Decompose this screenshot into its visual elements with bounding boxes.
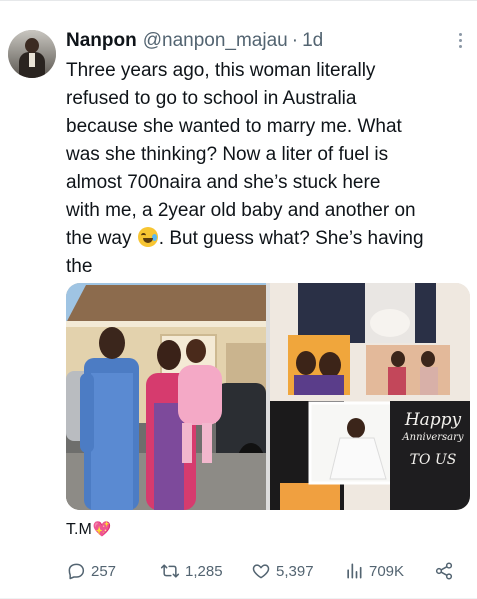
avatar[interactable] bbox=[8, 30, 56, 78]
collage-caption-line3: TO US bbox=[409, 452, 457, 468]
family-photo-image bbox=[66, 283, 266, 510]
timestamp[interactable]: 1d bbox=[302, 30, 323, 52]
retweet-icon bbox=[160, 564, 180, 578]
media-grid: Happy Anniversary TO US bbox=[66, 283, 470, 510]
tweet-text: Three years ago, this woman literally re… bbox=[66, 57, 471, 281]
anniversary-collage[interactable]: Happy Anniversary TO US bbox=[270, 283, 470, 510]
collage-caption: Happy Anniversary TO US bbox=[398, 411, 468, 473]
text-line: was she thinking? Now a liter of fuel is bbox=[66, 144, 389, 165]
view-count: 709K bbox=[369, 562, 405, 580]
reply-button[interactable]: 257 bbox=[66, 557, 116, 585]
family-photo[interactable] bbox=[66, 283, 266, 510]
views-button[interactable]: 709K bbox=[344, 557, 404, 585]
text-fragment: . But guess what? She’s having bbox=[158, 228, 424, 249]
action-bar: 257 1,285 5,397 709K bbox=[66, 557, 470, 585]
reply-icon bbox=[68, 563, 85, 580]
caption: T.M💖 bbox=[66, 520, 111, 539]
retweet-button[interactable]: 1,285 bbox=[160, 557, 223, 585]
rolling-on-floor-laughing-icon bbox=[137, 227, 158, 247]
tweet[interactable]: Nanpon @nanpon_majau · 1d Three years ag… bbox=[0, 0, 477, 599]
text-fragment: the way bbox=[66, 228, 132, 249]
views-chart-icon bbox=[347, 563, 362, 579]
tweet-header: Nanpon @nanpon_majau · 1d bbox=[66, 30, 323, 54]
collage-caption-line2: Anniversary bbox=[402, 432, 464, 443]
caption-text: T.M bbox=[66, 521, 92, 538]
collage-caption-line1: Happy bbox=[404, 410, 462, 430]
share-button[interactable] bbox=[434, 557, 459, 585]
text-line: because she wanted to marry me. What bbox=[66, 116, 402, 137]
heart-icon bbox=[252, 564, 270, 579]
separator-dot: · bbox=[291, 30, 299, 51]
text-line: almost 700naira and she’s stuck here bbox=[66, 172, 381, 193]
share-icon bbox=[435, 562, 453, 580]
text-line: the way . But guess what? She’s having bbox=[66, 225, 471, 253]
like-count: 5,397 bbox=[276, 562, 314, 580]
collage-image bbox=[270, 283, 470, 510]
retweet-count: 1,285 bbox=[185, 562, 223, 580]
author-handle[interactable]: @nanpon_majau bbox=[143, 30, 288, 52]
sparkling-heart-icon: 💖 bbox=[92, 521, 112, 538]
text-line: refused to go to school in Australia bbox=[66, 88, 357, 109]
text-line: the bbox=[66, 256, 93, 277]
reply-count: 257 bbox=[91, 562, 117, 580]
more-options-icon[interactable] bbox=[455, 30, 465, 50]
author-name[interactable]: Nanpon bbox=[66, 30, 137, 52]
text-line: with me, a 2year old baby and another on bbox=[66, 200, 416, 221]
like-button[interactable]: 5,397 bbox=[251, 557, 314, 585]
text-line: Three years ago, this woman literally bbox=[66, 60, 376, 81]
